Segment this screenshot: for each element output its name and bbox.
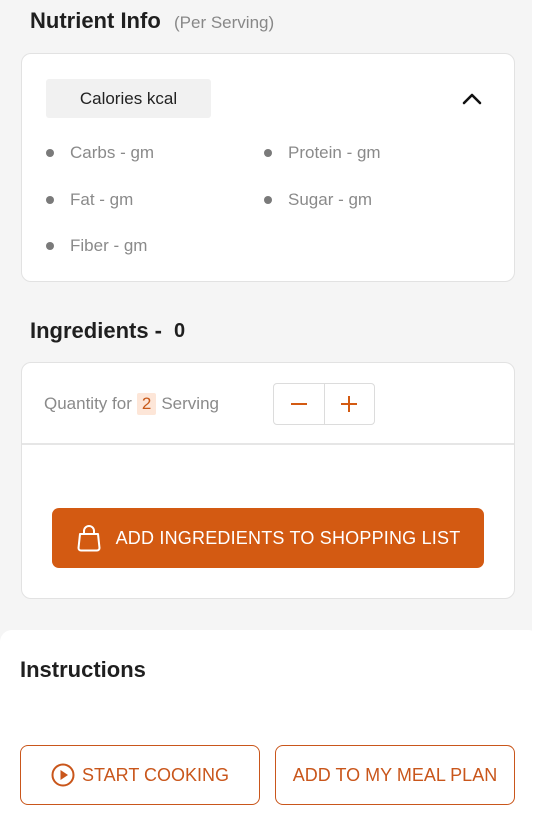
nutrient-item-label: Carbs - gm [70,143,155,162]
serving-count: 2 [136,393,157,415]
minus-icon [290,403,307,405]
divider [22,443,514,445]
decrease-button[interactable] [274,384,324,424]
nutrient-item-label: Sugar - gm [288,190,373,209]
chevron-up-icon[interactable] [458,88,486,108]
nutrient-item-carbs: Carbs - gm [46,143,154,163]
quantity-prefix: Quantity for [44,394,132,413]
start-cooking-button[interactable]: START COOKING [20,745,260,805]
quantity-label: Quantity for 2 Serving [44,393,219,415]
add-to-shopping-list-button[interactable]: ADD INGREDIENTS TO SHOPPING LIST [52,508,484,568]
start-cooking-label: START COOKING [81,764,230,785]
add-to-meal-plan-button[interactable]: ADD TO MY MEAL PLAN [275,745,515,805]
nutrient-item-protein: Protein - gm [264,143,381,163]
nutrient-item-label: Protein - gm [288,143,381,162]
bullet-icon [264,149,272,157]
plus-icon [341,396,358,412]
bullet-icon [46,242,54,250]
shopping-bag-icon [77,525,101,552]
nutrient-subtitle: (Per Serving) [174,13,275,32]
shopping-button-label: ADD INGREDIENTS TO SHOPPING LIST [115,527,461,548]
ingredients-count: 0 [174,320,186,342]
nutrient-item-label: Fat - gm [70,190,134,209]
nutrient-item-label: Fiber - gm [70,236,148,255]
meal-plan-label: ADD TO MY MEAL PLAN [292,764,498,785]
calories-label: Calories kcal [46,79,211,118]
scroll-edge [532,0,540,832]
nutrient-title: Nutrient Info [30,8,161,33]
nutrient-item-fiber: Fiber - gm [46,236,147,256]
bullet-icon [46,149,54,157]
quantity-suffix: Serving [161,394,219,413]
instructions-title: Instructions [20,657,146,682]
nutrient-item-sugar: Sugar - gm [264,190,372,210]
bullet-icon [264,196,272,204]
nutrient-item-fat: Fat - gm [46,190,133,210]
bullet-icon [46,196,54,204]
play-circle-icon [51,763,75,787]
ingredients-title: Ingredients - [30,318,163,343]
increase-button[interactable] [324,384,374,424]
serving-stepper [273,383,375,425]
